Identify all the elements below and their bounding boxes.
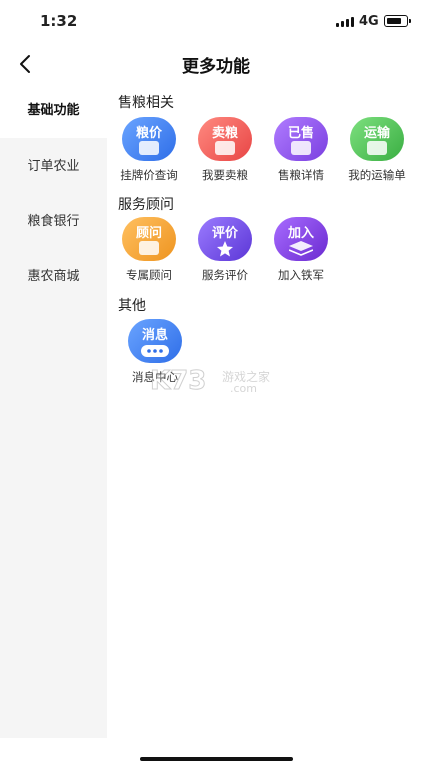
document-icon: 已售 (274, 117, 328, 161)
function-label: 服务评价 (202, 268, 248, 282)
nav-bar: 更多功能 (0, 44, 432, 84)
home-indicator (140, 757, 293, 761)
join-team-button[interactable]: 加入 加入铁军 (261, 217, 341, 287)
status-bar: 1:32 4G (0, 0, 432, 44)
sale-details-button[interactable]: 已售 售粮详情 (261, 117, 341, 187)
section-title-other: 其他 (118, 298, 146, 314)
sidebar-item-grain-bank[interactable]: 粮食银行 (0, 195, 107, 249)
consultant-icon: 顾问 (122, 217, 176, 261)
grain-bag-icon: 卖粮 (198, 117, 252, 161)
truck-icon: 运输 (350, 117, 404, 161)
layers-icon: 加入 (274, 217, 328, 261)
section-title-service-consultant: 服务顾问 (118, 197, 174, 213)
signal-icon (336, 16, 354, 27)
watermark-logo: K73 游戏之家 .com (149, 366, 271, 397)
page-title: 更多功能 (182, 57, 250, 77)
service-rating-button[interactable]: 评价 服务评价 (185, 217, 265, 287)
network-label: 4G (359, 14, 379, 29)
dedicated-consultant-button[interactable]: 顾问 专属顾问 (109, 217, 189, 287)
status-time: 1:32 (40, 12, 78, 30)
function-label: 挂牌价查询 (120, 168, 178, 182)
battery-fill (386, 17, 401, 24)
category-sidebar: 基础功能 订单农业 粮食银行 惠农商城 (0, 84, 107, 738)
battery-icon (384, 15, 411, 27)
function-label: 售粮详情 (278, 168, 324, 182)
sidebar-item-order-agriculture[interactable]: 订单农业 (0, 140, 107, 194)
price-tag-icon: 粮价 (122, 117, 176, 161)
chat-bubble-icon: 消息 (128, 319, 182, 363)
function-label: 我的运输单 (348, 168, 406, 182)
sidebar-item-agri-mall[interactable]: 惠农商城 (0, 250, 107, 304)
function-label: 专属顾问 (126, 268, 172, 282)
transport-orders-button[interactable]: 运输 我的运输单 (337, 117, 417, 187)
sidebar-item-basic-functions[interactable]: 基础功能 (0, 84, 107, 138)
listing-price-query-button[interactable]: 粮价 挂牌价查询 (109, 117, 189, 187)
sell-grain-button[interactable]: 卖粮 我要卖粮 (185, 117, 265, 187)
function-label: 加入铁军 (278, 268, 324, 282)
function-label: 我要卖粮 (202, 168, 248, 182)
section-title-grain-sales: 售粮相关 (118, 95, 174, 111)
star-rating-icon: 评价 (198, 217, 252, 261)
function-panel: 售粮相关 粮价 挂牌价查询 卖粮 我要卖粮 已售 售粮详情 运输 我的运输单 服… (107, 84, 432, 738)
